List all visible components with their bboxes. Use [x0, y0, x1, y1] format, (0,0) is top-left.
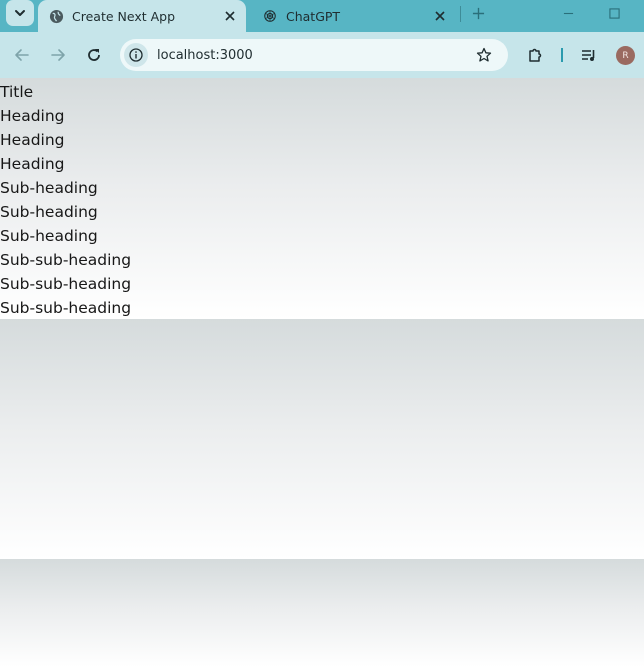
back-button[interactable]: [10, 43, 34, 67]
chevron-down-icon: [15, 10, 25, 16]
sub-sub-heading: Sub-sub-heading: [0, 299, 132, 317]
media-playlist-icon: [582, 50, 595, 61]
bookmark-star-icon[interactable]: [472, 43, 496, 67]
background-gradient-band: [0, 319, 644, 559]
forward-button[interactable]: [46, 43, 70, 67]
reload-icon: [88, 49, 100, 61]
maximize-icon: [608, 7, 620, 19]
browser-toolbar: localhost:3000 R: [0, 32, 644, 78]
arrow-left-icon: [15, 49, 29, 61]
tab-chatgpt[interactable]: ChatGPT: [252, 0, 456, 32]
plus-icon: [472, 7, 484, 19]
minimize-icon: [563, 12, 573, 14]
url-text[interactable]: localhost:3000: [157, 48, 472, 63]
sub-heading: Sub-heading: [0, 203, 98, 221]
heading: Heading: [0, 131, 65, 149]
sub-heading: Sub-heading: [0, 227, 98, 245]
profile-avatar[interactable]: R: [616, 46, 635, 65]
maximize-button[interactable]: [604, 4, 624, 22]
page-title: Title: [0, 83, 34, 101]
page-content: Title Heading Heading Heading Sub-headin…: [0, 80, 131, 320]
address-bar[interactable]: localhost:3000: [120, 39, 508, 71]
sub-heading: Sub-heading: [0, 179, 98, 197]
tab-title: ChatGPT: [286, 8, 341, 24]
arrow-right-icon: [51, 49, 65, 61]
chatgpt-logo-icon: [262, 8, 278, 24]
globe-icon: [48, 8, 64, 24]
puzzle-piece-icon: [529, 48, 542, 62]
page-viewport: Title Heading Heading Heading Sub-headin…: [0, 78, 644, 667]
close-icon[interactable]: [220, 6, 240, 26]
tab-strip: Create Next App ChatGPT: [0, 0, 644, 32]
site-info-icon[interactable]: [124, 43, 148, 67]
sub-sub-heading: Sub-sub-heading: [0, 275, 132, 293]
heading: Heading: [0, 107, 65, 125]
reading-list-button[interactable]: [577, 43, 601, 67]
tab-search-button[interactable]: [6, 0, 34, 26]
reload-button[interactable]: [82, 43, 106, 67]
new-tab-button[interactable]: [468, 3, 488, 23]
extensions-button[interactable]: [523, 43, 547, 67]
minimize-button[interactable]: [558, 4, 578, 22]
toolbar-divider: [561, 48, 563, 62]
tab-create-next-app[interactable]: Create Next App: [38, 0, 246, 32]
close-icon[interactable]: [430, 6, 450, 26]
tab-title: Create Next App: [72, 8, 176, 24]
tab-separator: [460, 6, 461, 22]
sub-sub-heading: Sub-sub-heading: [0, 251, 132, 269]
heading: Heading: [0, 155, 65, 173]
background-gradient-band: [0, 559, 644, 667]
